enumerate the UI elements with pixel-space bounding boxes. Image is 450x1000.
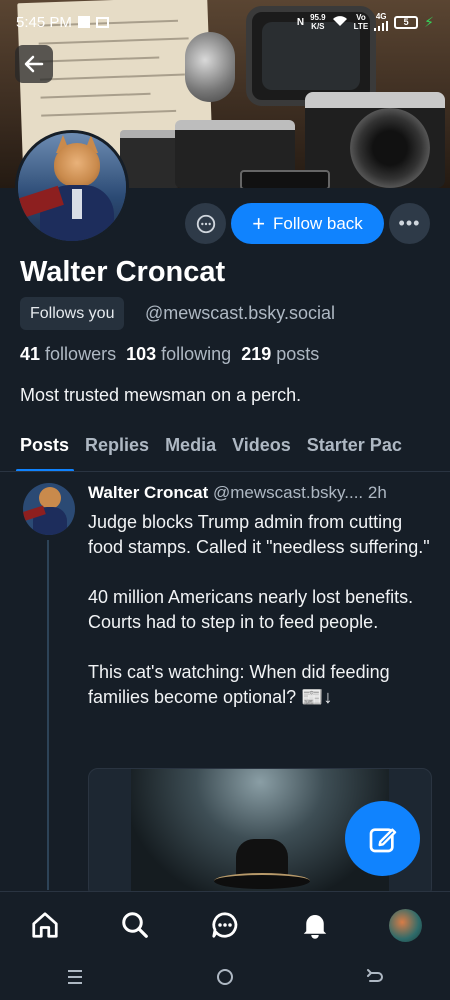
- profile-avatar[interactable]: [15, 130, 129, 244]
- battery-icon: 5: [394, 15, 419, 29]
- thread-line: [47, 540, 49, 890]
- wifi-icon: [332, 15, 348, 30]
- profile-tabs: Posts Replies Media Videos Starter Pac: [0, 420, 450, 472]
- tab-videos[interactable]: Videos: [232, 420, 307, 471]
- post-header: Walter Croncat @mewscast.bsky.... 2h: [88, 483, 438, 503]
- avatar: [388, 908, 422, 942]
- charging-icon: ⚡: [424, 13, 434, 30]
- recent-apps-button[interactable]: [65, 968, 85, 991]
- follow-back-label: Follow back: [273, 213, 363, 233]
- tab-posts[interactable]: Posts: [0, 420, 85, 471]
- status-time: 5:45 PM: [16, 13, 72, 31]
- chat-icon: [212, 912, 238, 938]
- chat-bubble-icon: [196, 214, 215, 233]
- plus-icon: +: [252, 210, 266, 236]
- circle-icon: [217, 968, 233, 985]
- nav-profile[interactable]: [385, 905, 425, 945]
- volte-indicator: Vo LTE: [353, 13, 369, 31]
- following-stat[interactable]: 103 following: [126, 344, 231, 365]
- post-author-name[interactable]: Walter Croncat: [88, 483, 208, 502]
- compose-post-button[interactable]: [345, 801, 420, 876]
- follow-back-button[interactable]: + Follow back: [231, 203, 384, 244]
- profile-bio: Most trusted mewsman on a perch.: [20, 385, 302, 405]
- banner-phone: [240, 170, 330, 188]
- network-speed: 95.9 K/S: [310, 13, 326, 31]
- bottom-navigation: [0, 891, 450, 958]
- tab-replies[interactable]: Replies: [85, 420, 165, 471]
- follows-you-badge: Follows you: [20, 297, 125, 330]
- back-arrow-icon: [367, 968, 383, 982]
- search-icon: [122, 912, 148, 938]
- bell-icon: [303, 915, 327, 939]
- followers-stat[interactable]: 41 followers: [20, 344, 116, 365]
- banner-camera-lens: [350, 108, 430, 188]
- back-system-button[interactable]: [365, 967, 385, 992]
- home-system-button[interactable]: [215, 967, 235, 992]
- nav-notifications[interactable]: [295, 905, 335, 945]
- back-button[interactable]: [15, 45, 53, 83]
- nav-search[interactable]: [115, 905, 155, 945]
- nav-chat[interactable]: [205, 905, 245, 945]
- system-navigation: [0, 958, 450, 1000]
- post-author-avatar[interactable]: [23, 483, 75, 535]
- message-button[interactable]: [185, 203, 226, 244]
- more-options-button[interactable]: •••: [389, 203, 430, 244]
- menu-icon: [68, 969, 82, 984]
- profile-stats: 41 followers 103 following 219 posts: [20, 344, 319, 365]
- status-bar: 5:45 PM N 95.9 K/S Vo LTE 4G 5 ⚡: [0, 0, 450, 44]
- banner-camera-small: [120, 130, 180, 188]
- notification-icon: [77, 16, 90, 28]
- fedora-hat-image: [214, 839, 310, 897]
- profile-handle: @mewscast.bsky.social: [145, 303, 335, 323]
- notification-icon-2: [95, 16, 109, 28]
- posts-stat: 219 posts: [241, 344, 320, 364]
- post-time: 2h: [367, 483, 387, 502]
- tab-media[interactable]: Media: [165, 420, 232, 471]
- nfc-icon: N: [296, 16, 305, 28]
- nav-home[interactable]: [25, 905, 65, 945]
- tab-starter-packs[interactable]: Starter Pac: [307, 420, 418, 471]
- post-text[interactable]: Judge blocks Trump admin from cutting fo…: [88, 510, 436, 710]
- profile-display-name: Walter Croncat: [20, 256, 226, 288]
- arrow-left-icon: [24, 55, 44, 73]
- more-icon: •••: [398, 213, 421, 233]
- signal-icon: 4G: [374, 13, 389, 31]
- compose-icon: [369, 827, 396, 852]
- post-author-handle[interactable]: @mewscast.bsky....: [213, 483, 363, 502]
- home-icon: [32, 912, 58, 938]
